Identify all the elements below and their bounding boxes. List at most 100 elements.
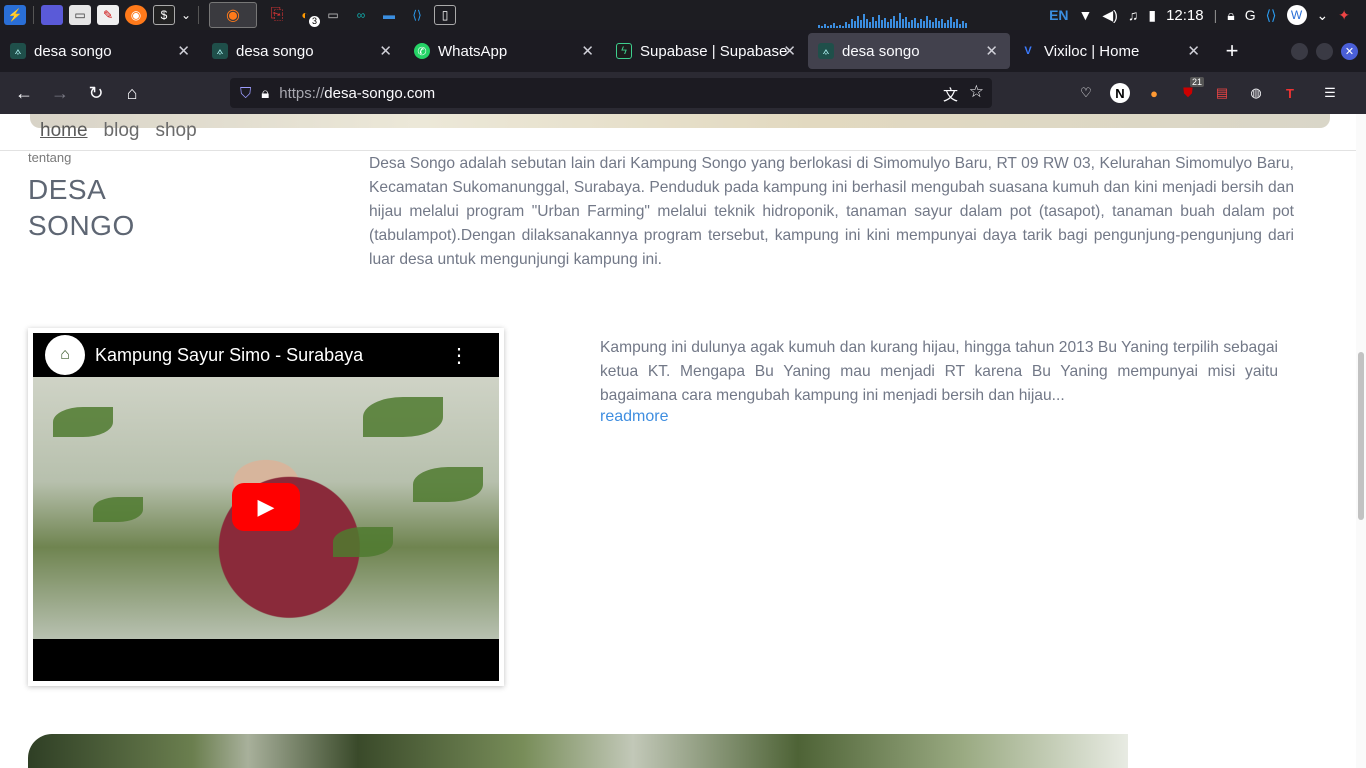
nav-link-blog[interactable]: blog — [104, 120, 140, 142]
close-icon[interactable]: ✕ — [177, 42, 190, 60]
extensions-toolbar: ♡ N ● ⛊ 21 ▤ ◍ T ☰ — [1076, 72, 1340, 114]
text-editor-icon[interactable]: ✎ — [97, 5, 119, 25]
notification-count-badge: 3 — [309, 16, 320, 27]
firefox-icon: ◉ — [226, 7, 240, 24]
forward-button[interactable]: → — [42, 77, 78, 109]
youtube-video-player[interactable]: ⌂ Kampung Sayur Simo - Surabaya ⋮ ▶ — [33, 333, 499, 681]
story-excerpt: Kampung ini dulunya agak kumuh dan kuran… — [600, 339, 1278, 404]
tab-desa-songo-active[interactable]: ⟑ desa songo ✕ — [808, 33, 1010, 69]
notion-extension-icon[interactable]: N — [1110, 83, 1130, 103]
more-options-icon[interactable]: ⋮ — [449, 343, 469, 368]
wifi-icon[interactable]: ▼ — [1079, 7, 1093, 23]
new-tab-button[interactable]: + — [1212, 38, 1252, 64]
hero-image-edge — [30, 114, 1330, 128]
tab-supabase[interactable]: ϟ Supabase | Supabase ✕ — [606, 33, 808, 69]
section-title: DESA SONGO — [28, 172, 135, 244]
readmore-link[interactable]: readmore — [600, 408, 668, 426]
video-header: ⌂ Kampung Sayur Simo - Surabaya ⋮ — [33, 333, 499, 377]
tab-desa-songo-1[interactable]: ⟑ desa songo ✕ — [0, 33, 202, 69]
close-icon[interactable]: ✕ — [379, 42, 392, 60]
url-scheme: https:// — [279, 84, 325, 102]
tab-title: Supabase | Supabase — [640, 42, 788, 60]
firefox-launcher-icon[interactable]: ◉ — [125, 5, 147, 25]
page-scrollbar[interactable] — [1356, 114, 1366, 768]
taskbar-firefox-window[interactable]: ◉ — [209, 2, 257, 28]
pocket-icon[interactable]: ♡ — [1076, 83, 1096, 103]
back-button[interactable]: ← — [6, 77, 42, 109]
site-nav: home blog shop — [40, 120, 197, 142]
arduino-icon[interactable]: ∞ — [350, 5, 372, 25]
close-icon[interactable]: ✕ — [783, 42, 796, 60]
volume-icon[interactable]: ◀) — [1102, 7, 1117, 24]
tracking-shield-icon[interactable]: ⛉ — [240, 85, 251, 102]
clock[interactable]: 12:18 — [1166, 7, 1204, 24]
about-description: Desa Songo adalah sebutan lain dari Kamp… — [369, 155, 1294, 268]
title-line-2: SONGO — [28, 210, 135, 241]
web-page: home blog shop tentang DESA SONGO Desa S… — [0, 114, 1356, 768]
chevron-down-icon[interactable]: ⌄ — [1317, 7, 1329, 24]
window-icon[interactable]: ▭ — [322, 5, 344, 25]
home-button[interactable]: ⌂ — [114, 77, 150, 109]
minimize-window-button[interactable] — [1291, 42, 1308, 60]
video-embed-card: ⌂ Kampung Sayur Simo - Surabaya ⋮ ▶ — [28, 328, 504, 686]
tab-title: Vixiloc | Home — [1044, 42, 1140, 60]
reload-button[interactable]: ↻ — [78, 77, 114, 109]
file-manager-icon[interactable]: ▭ — [69, 5, 91, 25]
video-title[interactable]: Kampung Sayur Simo - Surabaya — [95, 345, 363, 366]
network-activity-graph — [818, 6, 970, 28]
scrollbar-thumb[interactable] — [1358, 352, 1364, 520]
vscode-taskbar-icon[interactable]: ⟨⟩ — [406, 5, 428, 25]
desa-songo-favicon: ⟑ — [10, 43, 26, 59]
tab-whatsapp[interactable]: ✆ WhatsApp ✕ — [404, 33, 606, 69]
nav-divider — [0, 150, 1356, 151]
bookmark-star-icon[interactable]: ☆ — [969, 82, 984, 102]
taskbar-separator: | — [1213, 7, 1218, 23]
battery-icon[interactable]: ▮ — [1148, 7, 1156, 24]
translate-icon[interactable]: 文 — [943, 84, 958, 105]
terminal-window-icon[interactable]: ▯ — [434, 5, 456, 25]
channel-avatar[interactable]: ⌂ — [45, 335, 85, 375]
system-tray: EN ▼ ◀) ♫ ▮ 12:18 | 🔒︎ G ⟨⟩ W ⌄ ✦ — [1049, 0, 1366, 30]
nav-link-shop[interactable]: shop — [155, 120, 196, 142]
workspace-icon[interactable] — [41, 5, 63, 25]
padlock-icon[interactable]: 🔒︎ — [261, 85, 269, 102]
close-window-button[interactable]: ✕ — [1341, 42, 1358, 60]
pdf-reader-icon[interactable]: ⎘ — [266, 5, 288, 25]
fox-extension-icon[interactable]: ● — [1144, 83, 1164, 103]
lock-icon[interactable]: 🔒︎ — [1227, 7, 1234, 24]
os-taskbar: ⚡ ▭ ✎ ◉ $ ⌄ ◉ ⎘ ◐ 3 ▭ ∞ ▬ ⟨⟩ ▯ EN ▼ ◀) ♫ … — [0, 0, 1366, 30]
kali-menu-icon[interactable]: ⚡ — [4, 5, 26, 25]
vscode-tray-icon[interactable]: ⟨⟩ — [1266, 7, 1277, 24]
screenshot-extension-icon[interactable]: ▤ — [1212, 83, 1232, 103]
vixiloc-favicon: V — [1024, 45, 1032, 57]
tab-title: WhatsApp — [438, 42, 508, 60]
notification-app-icon[interactable]: ◐ 3 — [294, 5, 320, 27]
folder-icon[interactable]: ▬ — [378, 5, 400, 25]
chevron-down-icon[interactable]: ⌄ — [181, 5, 191, 25]
keyboard-layout[interactable]: EN — [1049, 7, 1068, 23]
user-avatar-icon[interactable]: W — [1286, 5, 1307, 25]
play-button-icon[interactable]: ▶ — [232, 483, 300, 531]
taskbar-separator — [198, 6, 199, 24]
app-icon[interactable]: ✦ — [1338, 7, 1350, 24]
browser-tab-bar: ⟑ desa songo ✕ ⟑ desa songo ✕ ✆ WhatsApp… — [0, 30, 1366, 72]
close-icon[interactable]: ✕ — [985, 42, 998, 60]
desa-songo-favicon: ⟑ — [818, 43, 834, 59]
bell-icon[interactable]: ♫ — [1128, 7, 1139, 23]
tab-title: desa songo — [842, 42, 920, 60]
google-icon[interactable]: G — [1245, 7, 1256, 23]
maximize-window-button[interactable] — [1316, 42, 1333, 60]
menu-hamburger-icon[interactable]: ☰ — [1320, 83, 1340, 103]
ublock-badge: 21 — [1189, 77, 1204, 87]
url-bar[interactable]: ⛉ 🔒︎ https://desa-songo.com 文 ☆ — [230, 78, 992, 108]
tab-vixiloc[interactable]: V Vixiloc | Home ✕ — [1010, 33, 1212, 69]
text-extension-icon[interactable]: T — [1280, 83, 1300, 103]
globe-icon[interactable]: ◍ — [1246, 83, 1266, 103]
close-icon[interactable]: ✕ — [1187, 42, 1200, 60]
terminal-icon[interactable]: $ — [153, 5, 175, 25]
ublock-icon[interactable]: ⛊ 21 — [1178, 77, 1204, 103]
tab-desa-songo-2[interactable]: ⟑ desa songo ✕ — [202, 33, 404, 69]
close-icon[interactable]: ✕ — [581, 42, 594, 60]
nav-link-home[interactable]: home — [40, 120, 88, 142]
supabase-favicon: ϟ — [616, 43, 632, 59]
